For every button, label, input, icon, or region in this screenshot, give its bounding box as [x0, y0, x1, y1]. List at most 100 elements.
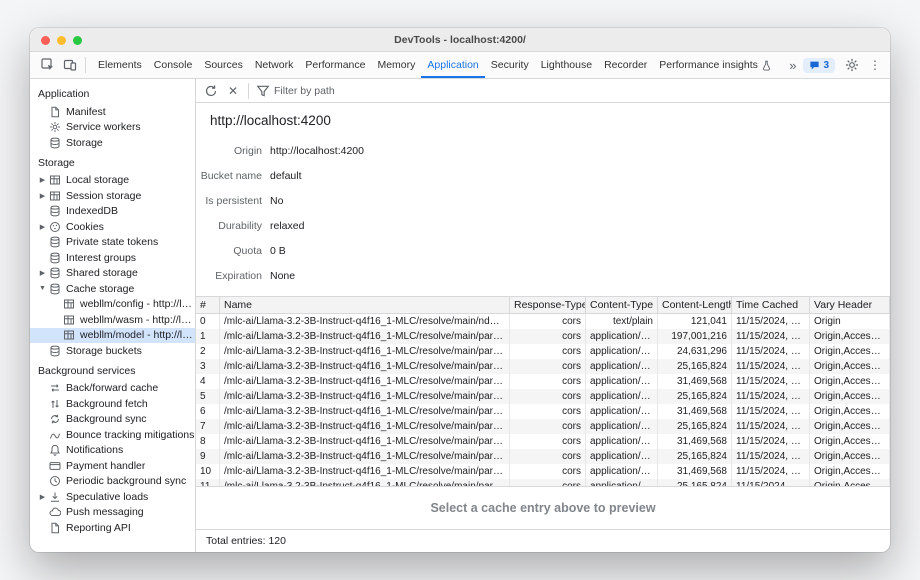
column-header-content-type[interactable]: Content-Type: [586, 297, 658, 313]
sidebar-item-webllm-model-http-loc[interactable]: webllm/model - http://loc…: [30, 328, 195, 344]
sidebar-item-local-storage[interactable]: ▶Local storage: [30, 173, 195, 189]
cell-time-cached: 11/15/2024, 10…: [732, 419, 810, 434]
tab-lighthouse[interactable]: Lighthouse: [535, 52, 598, 78]
cell-content-type: application/oc…: [586, 389, 658, 404]
sidebar-item-background-fetch[interactable]: Background fetch: [30, 396, 195, 412]
metadata-row-expiration: ExpirationNone: [196, 263, 890, 288]
chevron-right-icon[interactable]: ▶: [37, 493, 48, 501]
cache-entry-row-2[interactable]: 2/mlc-ai/Llama-3.2-3B-Instruct-q4f16_1-M…: [196, 344, 890, 359]
cache-entry-row-3[interactable]: 3/mlc-ai/Llama-3.2-3B-Instruct-q4f16_1-M…: [196, 359, 890, 374]
tab-recorder[interactable]: Recorder: [598, 52, 653, 78]
tab-security[interactable]: Security: [485, 52, 535, 78]
table-icon: [62, 329, 75, 342]
sidebar-item-speculative-loads[interactable]: ▶Speculative loads: [30, 489, 195, 505]
sidebar-item-private-state-tokens[interactable]: Private state tokens: [30, 235, 195, 251]
chevron-right-icon[interactable]: ▶: [37, 223, 48, 231]
tab-network[interactable]: Network: [249, 52, 300, 78]
sidebar-item-payment-handler[interactable]: Payment handler: [30, 458, 195, 474]
cell-: 9: [196, 449, 220, 464]
sidebar-item-label: webllm/wasm - http://loca…: [80, 314, 195, 326]
cache-entry-row-4[interactable]: 4/mlc-ai/Llama-3.2-3B-Instruct-q4f16_1-M…: [196, 374, 890, 389]
column-header-response-type[interactable]: Response-Type: [510, 297, 586, 313]
sidebar-item-cookies[interactable]: ▶Cookies: [30, 219, 195, 235]
metadata-label: Expiration: [196, 270, 262, 282]
column-header-vary-header[interactable]: Vary Header: [810, 297, 890, 313]
cache-entry-row-9[interactable]: 9/mlc-ai/Llama-3.2-3B-Instruct-q4f16_1-M…: [196, 449, 890, 464]
cache-entry-row-10[interactable]: 10/mlc-ai/Llama-3.2-3B-Instruct-q4f16_1-…: [196, 464, 890, 479]
tab-performance-insights[interactable]: Performance insights: [653, 52, 778, 78]
tab-application[interactable]: Application: [421, 52, 484, 78]
cache-entry-row-5[interactable]: 5/mlc-ai/Llama-3.2-3B-Instruct-q4f16_1-M…: [196, 389, 890, 404]
cache-entry-row-8[interactable]: 8/mlc-ai/Llama-3.2-3B-Instruct-q4f16_1-M…: [196, 434, 890, 449]
tab-label: Recorder: [604, 59, 647, 71]
cell-response-type: cors: [510, 374, 586, 389]
column-header-time-cached[interactable]: Time Cached: [732, 297, 810, 313]
sidebar-item-notifications[interactable]: Notifications: [30, 443, 195, 459]
cache-entry-row-11[interactable]: 11/mlc-ai/Llama-3.2-3B-Instruct-q4f16_1-…: [196, 479, 890, 486]
column-header-name[interactable]: Name: [220, 297, 510, 313]
cache-entry-row-1[interactable]: 1/mlc-ai/Llama-3.2-3B-Instruct-q4f16_1-M…: [196, 329, 890, 344]
cache-entry-row-0[interactable]: 0/mlc-ai/Llama-3.2-3B-Instruct-q4f16_1-M…: [196, 314, 890, 329]
back-forward-icon: [48, 382, 61, 395]
cache-entry-row-6[interactable]: 6/mlc-ai/Llama-3.2-3B-Instruct-q4f16_1-M…: [196, 404, 890, 419]
chevron-right-icon[interactable]: ▶: [37, 176, 48, 184]
cell-name: /mlc-ai/Llama-3.2-3B-Instruct-q4f16_1-ML…: [220, 374, 510, 389]
cell-: 10: [196, 464, 220, 479]
tab-sources[interactable]: Sources: [198, 52, 249, 78]
sidebar-item-interest-groups[interactable]: Interest groups: [30, 250, 195, 266]
chevron-down-icon[interactable]: ▼: [37, 285, 48, 292]
sidebar-item-service-workers[interactable]: Service workers: [30, 120, 195, 136]
sidebar-item-storage[interactable]: Storage: [30, 135, 195, 151]
metadata-value: http://localhost:4200: [270, 145, 364, 157]
tab-performance[interactable]: Performance: [299, 52, 371, 78]
zoom-button[interactable]: [73, 36, 82, 45]
sidebar-item-indexeddb[interactable]: IndexedDB: [30, 204, 195, 220]
cookie-icon: [48, 220, 61, 233]
refresh-icon[interactable]: [201, 81, 221, 101]
close-button[interactable]: [41, 36, 50, 45]
filter-by-path-input[interactable]: [274, 85, 404, 97]
cell-vary-header: Origin,Access…: [810, 344, 890, 359]
sidebar-item-push-messaging[interactable]: Push messaging: [30, 505, 195, 521]
column-header-content-length[interactable]: Content-Length: [658, 297, 732, 313]
sidebar-item-background-sync[interactable]: Background sync: [30, 412, 195, 428]
storage-icon: [48, 251, 61, 264]
sidebar-item-webllm-wasm-http-loca[interactable]: webllm/wasm - http://loca…: [30, 312, 195, 328]
cell-response-type: cors: [510, 329, 586, 344]
cell-content-type: application/oc…: [586, 449, 658, 464]
messages-badge[interactable]: 3: [803, 58, 835, 73]
cell-content-length: 197,001,216: [658, 329, 732, 344]
sidebar-item-label: Cache storage: [66, 283, 134, 295]
cell-: 5: [196, 389, 220, 404]
cache-origin-title: http://localhost:4200: [196, 103, 890, 136]
tab-memory[interactable]: Memory: [371, 52, 421, 78]
sidebar-item-session-storage[interactable]: ▶Session storage: [30, 188, 195, 204]
gear-icon[interactable]: [842, 55, 862, 75]
clear-icon[interactable]: ✕: [223, 81, 243, 101]
chevron-right-icon[interactable]: ▶: [37, 269, 48, 277]
minimize-button[interactable]: [57, 36, 66, 45]
sidebar-item-back-forward-cache[interactable]: Back/forward cache: [30, 381, 195, 397]
tab-elements[interactable]: Elements: [92, 52, 148, 78]
device-toolbar-icon[interactable]: [60, 55, 80, 75]
cell-name: /mlc-ai/Llama-3.2-3B-Instruct-q4f16_1-ML…: [220, 479, 510, 486]
column-header-[interactable]: #: [196, 297, 220, 313]
cache-entry-row-7[interactable]: 7/mlc-ai/Llama-3.2-3B-Instruct-q4f16_1-M…: [196, 419, 890, 434]
sidebar-item-webllm-config-http-loc[interactable]: webllm/config - http://loc…: [30, 297, 195, 313]
sidebar-item-reporting-api[interactable]: Reporting API: [30, 520, 195, 536]
sidebar-item-periodic-background-sync[interactable]: Periodic background sync: [30, 474, 195, 490]
tab-console[interactable]: Console: [148, 52, 199, 78]
sidebar-item-cache-storage[interactable]: ▼ Cache storage: [30, 281, 195, 297]
kebab-menu-icon[interactable]: ⋮: [869, 58, 881, 72]
sidebar-item-manifest[interactable]: Manifest: [30, 104, 195, 120]
sidebar-item-shared-storage[interactable]: ▶Shared storage: [30, 266, 195, 282]
preview-placeholder: Select a cache entry above to preview: [196, 486, 890, 529]
more-tabs-icon[interactable]: »: [789, 58, 796, 73]
sidebar-item-bounce-tracking-mitigations[interactable]: Bounce tracking mitigations: [30, 427, 195, 443]
cell-: 7: [196, 419, 220, 434]
chevron-right-icon[interactable]: ▶: [37, 192, 48, 200]
filter-control: [254, 81, 404, 101]
metadata-row-quota: Quota0 B: [196, 238, 890, 263]
sidebar-item-storage-buckets[interactable]: Storage buckets: [30, 343, 195, 359]
inspect-icon[interactable]: [38, 55, 58, 75]
